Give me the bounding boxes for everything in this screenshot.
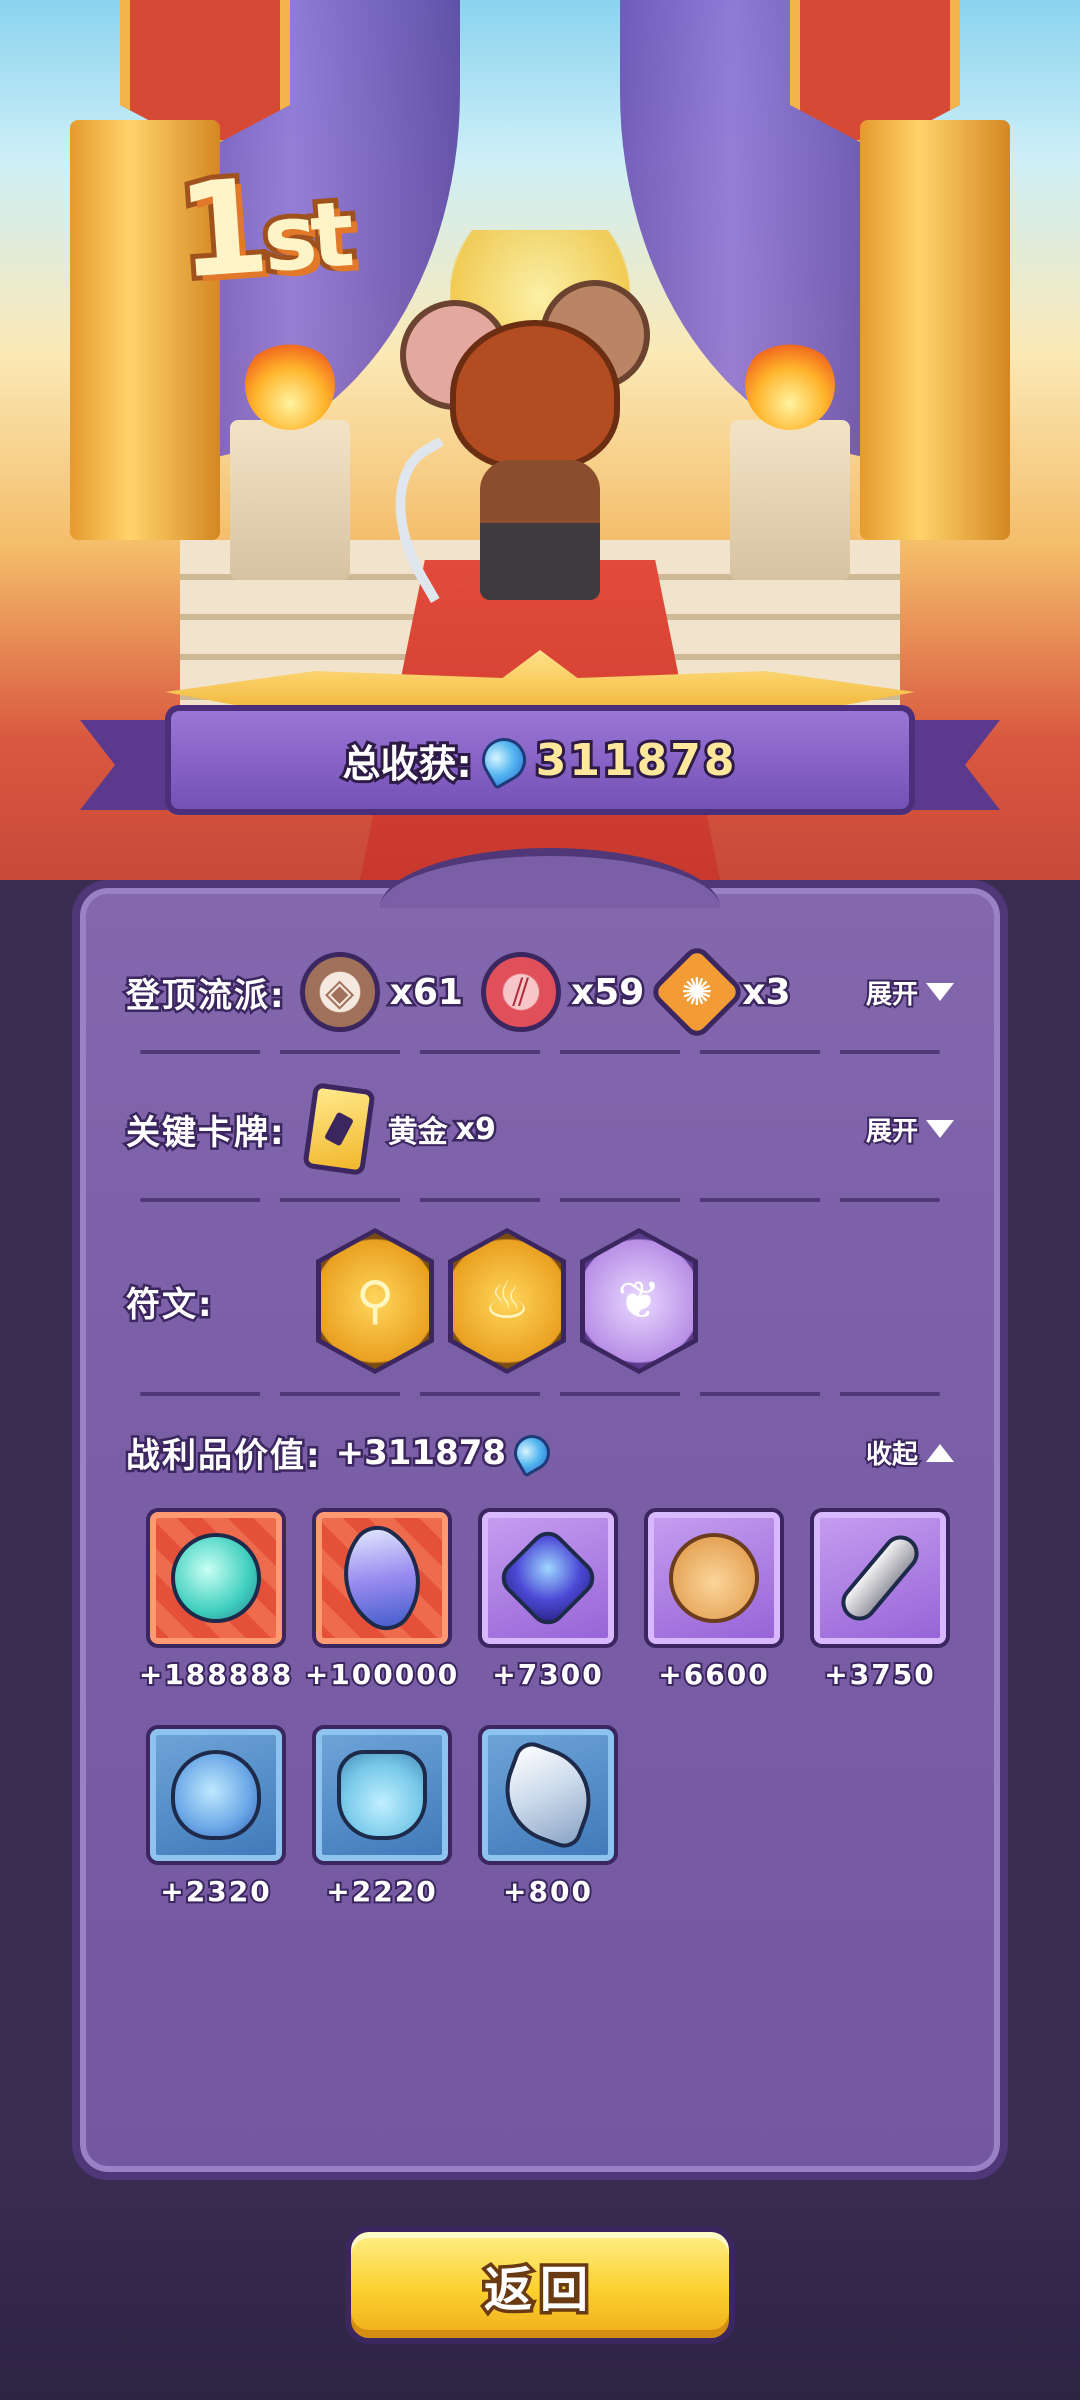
loot-tile (312, 1725, 452, 1865)
loot-item[interactable]: +3750 (810, 1508, 950, 1693)
loot-item[interactable]: +100000 (303, 1508, 459, 1693)
right-flame-icon (745, 340, 835, 430)
key-cards-row: 关键卡牌: 黄金 x9 展开 (124, 1082, 954, 1176)
loot-value-amount: +311878 (333, 1430, 508, 1475)
summit-style-expand-toggle[interactable]: 展开 (864, 974, 954, 1012)
blue-gem-icon (473, 729, 534, 791)
loot-item[interactable]: +2320 (146, 1725, 286, 1910)
loot-item-value: +100000 (303, 1656, 460, 1693)
blue-gem-icon (507, 1427, 557, 1478)
right-brazier-pedestal (730, 420, 850, 580)
total-harvest-banner: 总收获: 311878 (165, 705, 915, 815)
total-harvest-label: 总收获: (340, 739, 475, 789)
summit-style-row: 登顶流派: ◈ x61 ⫽ x59 ✺ x3 展开 (124, 942, 954, 1042)
loot-item-value: +188888 (137, 1656, 294, 1693)
loot-item-value: +2220 (324, 1873, 438, 1910)
hooded-mouse-hero (361, 280, 670, 620)
key-cards-expand-label: 展开 (864, 1115, 920, 1149)
frog-orb-icon (171, 1533, 261, 1623)
right-golden-pillar (860, 120, 1010, 540)
left-flame-icon (245, 340, 335, 430)
sapphire-gem-icon (494, 1524, 602, 1632)
chevron-down-icon (926, 983, 954, 1001)
key-cards-label: 关键卡牌: (124, 1110, 287, 1155)
rune-slot-3[interactable]: ❦ (580, 1228, 698, 1374)
purple-leaf-rune-icon: ❦ (585, 1233, 693, 1369)
loot-tile (478, 1725, 618, 1865)
loot-tile (312, 1508, 452, 1648)
silver-key-icon (834, 1528, 926, 1628)
loot-item-value: +7300 (490, 1656, 604, 1693)
loot-item-value: +800 (501, 1873, 593, 1910)
key-cards-expand-toggle[interactable]: 展开 (864, 1111, 954, 1149)
divider (140, 1392, 940, 1396)
gold-fountain-rune-icon: ♨ (453, 1233, 561, 1369)
loot-item[interactable]: +2220 (312, 1725, 452, 1910)
key-card-name: 黄金 (386, 1113, 450, 1152)
loot-collapse-label: 收起 (864, 1438, 920, 1472)
loot-tile (146, 1508, 286, 1648)
loot-item-value: +6600 (656, 1656, 770, 1693)
loot-item[interactable]: +188888 (137, 1508, 293, 1693)
back-button[interactable]: 返回 (345, 2226, 735, 2344)
shield-badge-icon: ◈ (299, 952, 380, 1032)
hero-body (480, 460, 600, 600)
loot-item[interactable]: +6600 (644, 1508, 784, 1693)
shield-badge-count: x61 (387, 969, 465, 1015)
results-panel: 登顶流派: ◈ x61 ⫽ x59 ✺ x3 展开 关键卡牌: 黄金 x9 展开… (72, 848, 1008, 2180)
loot-tile (478, 1508, 618, 1648)
crystal-shard-icon (319, 1515, 445, 1641)
divider (140, 1050, 940, 1054)
loot-tile (644, 1508, 784, 1648)
potion-bottle-icon (337, 1750, 427, 1840)
loot-value-row: 战利品价值: +311878 收起 (124, 1427, 954, 1479)
chevron-down-icon (926, 1120, 954, 1138)
rank-suffix: st (255, 177, 357, 298)
loot-collapse-toggle[interactable]: 收起 (864, 1434, 954, 1472)
left-brazier-pedestal (230, 420, 350, 580)
rune-slot-2[interactable]: ♨ (448, 1228, 566, 1374)
gold-stairs-rune-icon: ⚲ (321, 1233, 429, 1369)
loot-item[interactable]: +7300 (478, 1508, 618, 1693)
loot-grid: +188888 +100000 +7300 +6600 +3750 +2320 … (137, 1508, 966, 1910)
loot-tile (146, 1725, 286, 1865)
divider (140, 1198, 940, 1202)
spiral-badge-icon: ✺ (647, 942, 747, 1042)
claw-badge-icon: ⫽ (480, 952, 561, 1032)
summit-style-expand-label: 展开 (864, 978, 920, 1012)
claw-badge-count: x59 (568, 969, 646, 1015)
loot-item-value: +3750 (822, 1656, 936, 1693)
rank-label: 1st (168, 144, 357, 313)
pufferfish-icon (171, 1750, 261, 1840)
loot-item[interactable]: +800 (478, 1725, 618, 1910)
key-card-count: x9 (453, 1109, 498, 1149)
white-crystal-icon (490, 1737, 606, 1853)
runes-row: 符文: ⚲ ♨ ❦ (124, 1228, 954, 1374)
total-harvest-value: 311878 (533, 732, 738, 789)
teddy-bear-icon (669, 1533, 759, 1623)
gold-card-icon (301, 1082, 376, 1176)
back-button-label: 返回 (480, 2259, 596, 2322)
rune-slot-1[interactable]: ⚲ (316, 1228, 434, 1374)
spiral-badge-count: x3 (740, 969, 793, 1015)
loot-tile (810, 1508, 950, 1648)
runes-label: 符文: (124, 1282, 215, 1327)
summit-style-label: 登顶流派: (124, 973, 287, 1018)
loot-value-label: 战利品价值: (124, 1434, 323, 1479)
chevron-up-icon (926, 1443, 954, 1462)
loot-item-value: +2320 (158, 1873, 272, 1910)
rank-number: 1 (168, 145, 273, 313)
hero-hood (450, 320, 620, 470)
